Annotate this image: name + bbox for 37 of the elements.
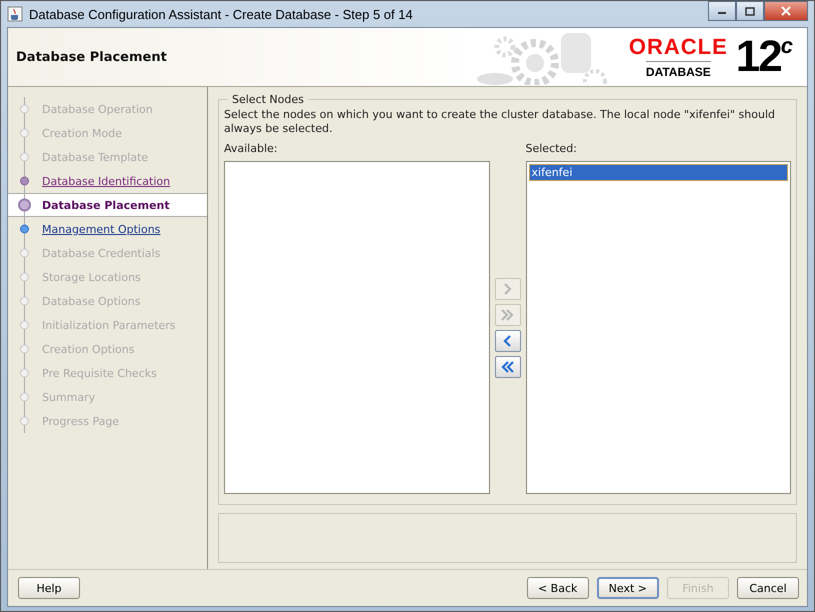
double-chevron-left-icon [500, 359, 516, 375]
dialog-button[interactable]: Help [18, 577, 80, 599]
java-cup-icon [7, 6, 23, 22]
close-button[interactable] [764, 1, 808, 21]
wizard-step: Pre Requisite Checks [8, 361, 207, 385]
group-title: Select Nodes [231, 93, 305, 106]
selected-label: Selected: [526, 142, 578, 155]
minimize-button[interactable] [708, 1, 736, 21]
wizard-step: Database Operation [8, 97, 207, 121]
list-item[interactable]: xifenfei [528, 164, 788, 181]
dialog-button[interactable]: < Back [526, 577, 589, 599]
close-icon [781, 6, 791, 16]
dialog-button[interactable]: Next > [596, 577, 659, 599]
transfer-button[interactable] [494, 330, 520, 352]
window-title: Database Configuration Assistant - Create Database - Step 5 of 14 [29, 6, 413, 22]
wizard-step[interactable]: Management Options [8, 217, 207, 241]
transfer-button[interactable] [494, 356, 520, 378]
wizard-step: Creation Options [8, 337, 207, 361]
wizard-step: Summary [8, 385, 207, 409]
maximize-icon [745, 6, 755, 16]
logo-brand: ORACLE [628, 36, 728, 58]
wizard-step: Creation Mode [8, 121, 207, 145]
available-label: Available: [224, 142, 278, 155]
wizard-step: Database Placement [8, 193, 207, 217]
maximize-button[interactable] [736, 1, 764, 21]
dialog-button[interactable]: Cancel [737, 577, 799, 599]
wizard-step: Database Options [8, 289, 207, 313]
wizard-step: Database Credentials [8, 241, 207, 265]
wizard-step: Initialization Parameters [8, 313, 207, 337]
logo-product: DATABASE [646, 60, 711, 78]
description-text: Select the nodes on which you want to create the cluster database. The local node "xifenfei" should always be selected. [224, 108, 776, 136]
wizard-step: Progress Page [8, 409, 207, 433]
wizard-step: Database Template [8, 145, 207, 169]
wizard-step[interactable]: Database Identification [8, 169, 207, 193]
wizard-step: Storage Locations [8, 265, 207, 289]
double-chevron-right-icon [500, 307, 516, 323]
page-title: Database Placement [16, 50, 167, 64]
